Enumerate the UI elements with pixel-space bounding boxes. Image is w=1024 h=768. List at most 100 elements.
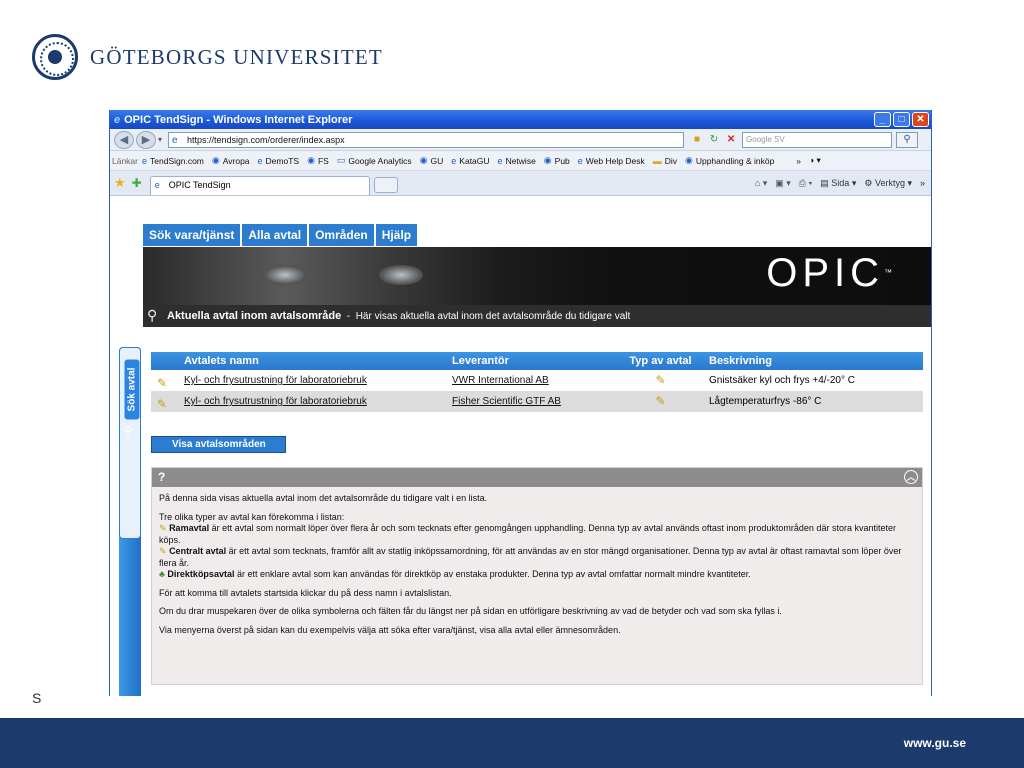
page-icon: e [142, 155, 148, 166]
type-cell: ✎ [612, 391, 709, 412]
menu-all-agreements[interactable]: Alla avtal [242, 224, 310, 246]
add-favorite-icon[interactable]: ✚ [132, 176, 142, 190]
new-tab-button[interactable] [373, 177, 398, 193]
link-gu[interactable]: ◉ GU [420, 155, 444, 166]
url-text: https://tendsign.com/orderer/index.aspx [187, 134, 345, 145]
tab-bar: ★ ✚ e OPIC TendSign ⌂ ▾ ▣ ▾ ⎙ ▾ ▤ Sida ▾… [110, 171, 931, 196]
help-box: ? ︿ På denna sida visas aktuella avtal i… [151, 467, 923, 685]
cmd-more[interactable]: » [920, 178, 925, 188]
column-header-description[interactable]: Beskrivning [709, 352, 923, 370]
help-types: Tre olika typer av avtal kan förekomma i… [159, 511, 902, 580]
feeds-icon[interactable]: ▣ ▾ [775, 178, 791, 189]
page-icon: e [577, 155, 583, 166]
show-agreement-areas-button[interactable]: Visa avtalsområden [151, 436, 286, 453]
toolbar-options-icon[interactable]: ◑ ▾ [809, 155, 821, 166]
collapse-icon[interactable]: ︿ [904, 470, 918, 484]
history-dropdown-icon[interactable]: ▾ [158, 135, 162, 144]
footer-url[interactable]: www.gu.se [902, 735, 966, 751]
page-title: Aktuella avtal inom avtalsområde [167, 310, 342, 322]
search-agreements-side-tab[interactable]: Sök avtal ⚲ [119, 347, 141, 539]
home-icon[interactable]: ⌂ ▾ [755, 178, 767, 189]
table-row: ✎ Kyl- och frysutrustning för laboratori… [151, 370, 923, 391]
opic-logo: OPIC™ [766, 251, 897, 295]
search-icon[interactable]: ⚲ [896, 131, 919, 148]
framework-agreement-icon[interactable]: ✎ [655, 373, 665, 387]
window-title: OPIC TendSign - Windows Internet Explore… [124, 113, 353, 126]
table-header: Avtalets namn Leverantör Typ av avtal Be… [151, 352, 923, 370]
framework-agreement-icon[interactable]: ✎ [655, 394, 665, 408]
page-icon: e [172, 134, 178, 146]
subhead-separator: - [346, 311, 351, 322]
help-body: På denna sida visas aktuella avtal inom … [152, 487, 922, 649]
folder-icon: ▬ [652, 155, 662, 166]
minimize-button[interactable]: _ [874, 112, 891, 127]
link-upphandling[interactable]: ◉ Upphandling & inköp [685, 155, 774, 166]
table-row: ✎ Kyl- och frysutrustning för laboratori… [151, 391, 923, 412]
help-bar: ? ︿ [152, 468, 922, 487]
link-fs[interactable]: ◉ FS [307, 155, 329, 166]
ie-logo-icon: e [114, 113, 121, 126]
back-button[interactable]: ◀ [114, 130, 134, 149]
supplier-link[interactable]: VWR International AB [452, 375, 549, 386]
url-input[interactable]: e https://tendsign.com/orderer/index.asp… [168, 131, 685, 148]
column-header-type[interactable]: Typ av avtal [612, 352, 709, 370]
globe-icon: ◉ [684, 155, 693, 165]
maximize-button[interactable]: □ [893, 112, 910, 127]
favorites-star-icon[interactable]: ★ [114, 175, 126, 191]
banner-eye-left [263, 265, 307, 285]
site-banner: OPIC™ [143, 247, 931, 305]
link-katagu[interactable]: e KataGU [451, 156, 489, 166]
page-description: Här visas aktuella avtal inom det avtals… [355, 311, 631, 322]
forward-button[interactable]: ▶ [136, 130, 156, 149]
agreement-name-cell: ✎ Kyl- och frysutrustning för laboratori… [151, 391, 452, 412]
globe-icon: ◉ [211, 155, 220, 165]
globe-icon: ◉ [419, 155, 428, 165]
link-google-analytics[interactable]: ▭ Google Analytics [337, 155, 412, 166]
link-avropa[interactable]: ◉ Avropa [212, 155, 250, 166]
side-tab-label: Sök avtal [124, 359, 140, 420]
page-icon: e [451, 155, 457, 166]
lock-icon[interactable]: ■ [690, 133, 704, 147]
description-cell: Lågtemperaturfrys -86° C [709, 396, 822, 407]
link-demots[interactable]: e DemoTS [258, 156, 300, 166]
link-pub[interactable]: ◉ Pub [544, 155, 570, 166]
page-menu[interactable]: ▤ Sida ▾ [820, 178, 856, 189]
site-menu: Sök vara/tjänst Alla avtal Områden Hjälp [143, 224, 420, 246]
search-input[interactable]: Google SV [742, 131, 893, 148]
browser-window: e OPIC TendSign - Windows Internet Explo… [109, 110, 932, 696]
globe-icon: ◉ [543, 155, 552, 165]
link-div[interactable]: ▬ Div [653, 156, 677, 166]
chart-icon: ▭ [336, 155, 346, 165]
agreement-link[interactable]: Kyl- och frysutrustning för laboratorieb… [184, 375, 367, 386]
university-name: GÖTEBORGS UNIVERSITET [90, 44, 383, 69]
globe-icon: ◉ [307, 155, 315, 165]
help-paragraph: Via menyerna överst på sidan kan du exem… [159, 624, 621, 635]
column-header-supplier[interactable]: Leverantör [452, 352, 612, 370]
menu-areas[interactable]: Områden [309, 224, 376, 246]
page-menu-icon: ▤ [820, 177, 829, 188]
help-title: ? [158, 470, 166, 484]
tools-menu[interactable]: ⚙ Verktyg ▾ [864, 178, 912, 189]
agreements-table: Avtalets namn Leverantör Typ av avtal Be… [151, 352, 923, 412]
supplier-link[interactable]: Fisher Scientific GTF AB [452, 396, 561, 407]
help-paragraph: På denna sida visas aktuella avtal inom … [159, 493, 488, 503]
link-web-help-desk[interactable]: e Web Help Desk [578, 156, 645, 166]
column-header-name[interactable]: Avtalets namn [151, 352, 452, 370]
stop-icon[interactable]: ✕ [724, 133, 738, 147]
type-cell: ✎ [612, 370, 709, 391]
scroll-icon: ✎ [157, 397, 168, 411]
print-icon[interactable]: ⎙ ▾ [799, 178, 812, 189]
close-button[interactable]: ✕ [912, 112, 929, 127]
links-more[interactable]: » [796, 156, 801, 166]
tab-opic-tendsign[interactable]: e OPIC TendSign [149, 175, 370, 195]
refresh-icon[interactable]: ↻ [707, 133, 721, 147]
menu-search-product[interactable]: Sök vara/tjänst [143, 224, 243, 246]
magnifier-icon: ⚲ [147, 307, 158, 323]
link-tendsign[interactable]: e TendSign.com [142, 156, 204, 166]
framework-agreement-icon: ✎ [159, 523, 167, 533]
agreement-link[interactable]: Kyl- och frysutrustning för laboratorieb… [184, 396, 367, 407]
slide-corner-letter: S [32, 690, 42, 706]
menu-help[interactable]: Hjälp [375, 224, 420, 246]
central-agreement-icon: ✎ [159, 546, 167, 556]
link-netwise[interactable]: e Netwise [498, 156, 536, 166]
